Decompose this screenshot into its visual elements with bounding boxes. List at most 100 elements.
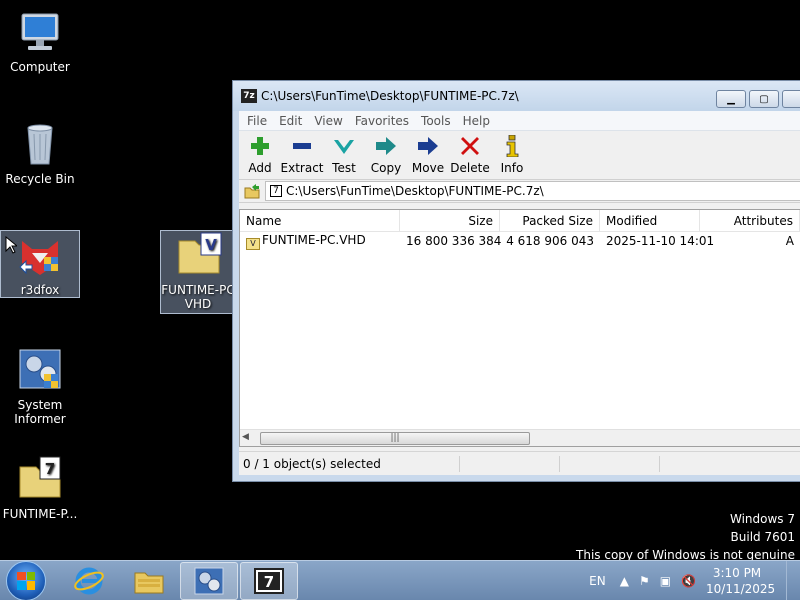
folder-icon (134, 572, 164, 593)
scroll-left-icon[interactable]: ◀ (242, 432, 249, 442)
x-icon (459, 135, 481, 157)
menu-favorites[interactable]: Favorites (349, 114, 415, 128)
start-button[interactable] (6, 560, 46, 600)
windows-watermark: Windows 7 Build 7601 This copy of Window… (576, 510, 795, 564)
computer-icon (16, 8, 64, 56)
status-divider (659, 456, 660, 472)
minus-icon (291, 135, 313, 157)
network-icon[interactable]: ▣ (660, 574, 671, 588)
desktop-icon-label: r3dfox (20, 283, 60, 297)
show-hidden-icons-icon[interactable]: ▲ (620, 574, 629, 588)
vhd-file-icon: V (175, 231, 223, 279)
table-row[interactable]: V FUNTIME-PC.VHD 16 800 336 384 4 618 906… (240, 232, 800, 250)
recycle-bin-icon (16, 120, 64, 168)
close-button[interactable] (782, 90, 800, 108)
info-label: Info (500, 161, 524, 175)
svg-text:7: 7 (264, 573, 274, 591)
copy-label: Copy (370, 161, 402, 175)
clock-time: 3:10 PM (712, 566, 762, 580)
plus-icon (249, 135, 271, 157)
menu-file[interactable]: File (241, 114, 273, 128)
info-button[interactable]: Info (491, 135, 533, 175)
folder-up-icon (244, 184, 260, 199)
add-button[interactable]: Add (239, 135, 281, 175)
7zip-icon: 7 (254, 567, 284, 594)
status-bar: 0 / 1 object(s) selected (239, 451, 800, 475)
desktop-icon-computer[interactable]: Computer (0, 8, 80, 74)
taskbar-file-explorer[interactable] (120, 562, 178, 600)
menu-help[interactable]: Help (457, 114, 496, 128)
copy-button[interactable]: Copy (365, 135, 407, 175)
clock[interactable]: 3:10 PM 10/11/2025 (706, 565, 776, 597)
info-icon (501, 135, 523, 157)
window-client: File Edit View Favorites Tools Help Add … (239, 111, 800, 475)
language-indicator[interactable]: EN (589, 574, 606, 588)
test-label: Test (332, 161, 356, 175)
taskbar-internet-explorer[interactable] (60, 562, 118, 600)
status-divider (559, 456, 560, 472)
desktop-icon-system-informer[interactable]: System Informer (0, 346, 80, 426)
internet-explorer-icon (74, 567, 104, 594)
add-label: Add (248, 161, 272, 175)
minimize-button[interactable]: ▁ (716, 90, 746, 108)
column-header-size[interactable]: Size (400, 210, 500, 231)
column-header-modified[interactable]: Modified (600, 210, 700, 231)
address-bar: 7 C:\Users\FunTime\Desktop\FUNTIME-PC.7z… (239, 179, 800, 203)
7z-file-icon: 7 (16, 455, 64, 503)
svg-text:7: 7 (45, 460, 55, 478)
delete-button[interactable]: Delete (449, 135, 491, 175)
7z-archive-icon: 7 (270, 185, 282, 197)
minimize-icon: ▁ (727, 93, 735, 105)
address-field[interactable]: 7 C:\Users\FunTime\Desktop\FUNTIME-PC.7z… (265, 181, 800, 201)
mouse-cursor-icon (5, 235, 19, 257)
row-packed-size: 4 618 906 043 (506, 234, 594, 248)
desktop-icon-label: System Informer (14, 398, 66, 426)
column-header-attributes[interactable]: Attributes (700, 210, 800, 231)
row-modified: 2025-11-10 14:01 (606, 234, 715, 248)
folder-up-button[interactable] (239, 180, 265, 202)
arrow-right-icon (417, 135, 439, 157)
check-icon (333, 135, 355, 157)
column-header-name[interactable]: Name (240, 210, 400, 231)
desktop-icon-label: Recycle Bin (5, 172, 75, 186)
7zip-window[interactable]: 7z C:\Users\FunTime\Desktop\FUNTIME-PC.7… (232, 80, 800, 482)
system-tray: EN ▲ ⚑ ▣ 🔇 3:10 PM 10/11/2025 (589, 561, 800, 600)
file-list[interactable]: Name Size Packed Size Modified Attribute… (239, 209, 800, 447)
desktop-icon-funtime-vhd[interactable]: V FUNTIME-PC VHD (160, 230, 236, 314)
windows-logo-icon (17, 571, 35, 590)
move-label: Move (411, 161, 445, 175)
column-header-packed-size[interactable]: Packed Size (500, 210, 600, 231)
desktop-icon-recycle-bin[interactable]: Recycle Bin (0, 120, 80, 186)
taskbar-system-informer[interactable] (180, 561, 238, 600)
volume-muted-icon[interactable]: 🔇 (681, 574, 696, 588)
row-size: 16 800 336 384 (406, 234, 502, 248)
extract-button[interactable]: Extract (280, 135, 324, 175)
menu-edit[interactable]: Edit (273, 114, 308, 128)
address-path: C:\Users\FunTime\Desktop\FUNTIME-PC.7z\ (286, 184, 544, 198)
taskbar-7zip[interactable]: 7 (240, 561, 298, 600)
horizontal-scrollbar[interactable]: ◀ ||| (240, 429, 800, 446)
row-attributes: A (785, 234, 794, 248)
scrollbar-thumb[interactable]: ||| (260, 432, 530, 445)
watermark-build: Build 7601 (730, 530, 795, 544)
show-desktop-button[interactable] (786, 561, 800, 600)
row-name: FUNTIME-PC.VHD (262, 232, 366, 247)
desktop-icon-label: FUNTIME-P... (2, 507, 78, 521)
status-text: 0 / 1 object(s) selected (243, 456, 381, 471)
maximize-button[interactable]: ▢ (749, 90, 779, 108)
delete-label: Delete (450, 161, 490, 175)
test-button[interactable]: Test (323, 135, 365, 175)
status-divider (459, 456, 460, 472)
clock-date: 10/11/2025 (706, 582, 776, 596)
menu-view[interactable]: View (308, 114, 348, 128)
desktop-icon-funtime-7z[interactable]: 7 FUNTIME-P... (0, 455, 80, 521)
window-title: C:\Users\FunTime\Desktop\FUNTIME-PC.7z\ (261, 89, 519, 103)
menu-tools[interactable]: Tools (415, 114, 457, 128)
list-header: Name Size Packed Size Modified Attribute… (240, 210, 800, 232)
extract-label: Extract (280, 161, 324, 175)
grip-icon: ||| (390, 433, 400, 443)
action-center-flag-icon[interactable]: ⚑ (639, 574, 650, 588)
maximize-icon: ▢ (759, 93, 769, 105)
window-titlebar[interactable]: 7z C:\Users\FunTime\Desktop\FUNTIME-PC.7… (233, 81, 800, 111)
move-button[interactable]: Move (407, 135, 449, 175)
